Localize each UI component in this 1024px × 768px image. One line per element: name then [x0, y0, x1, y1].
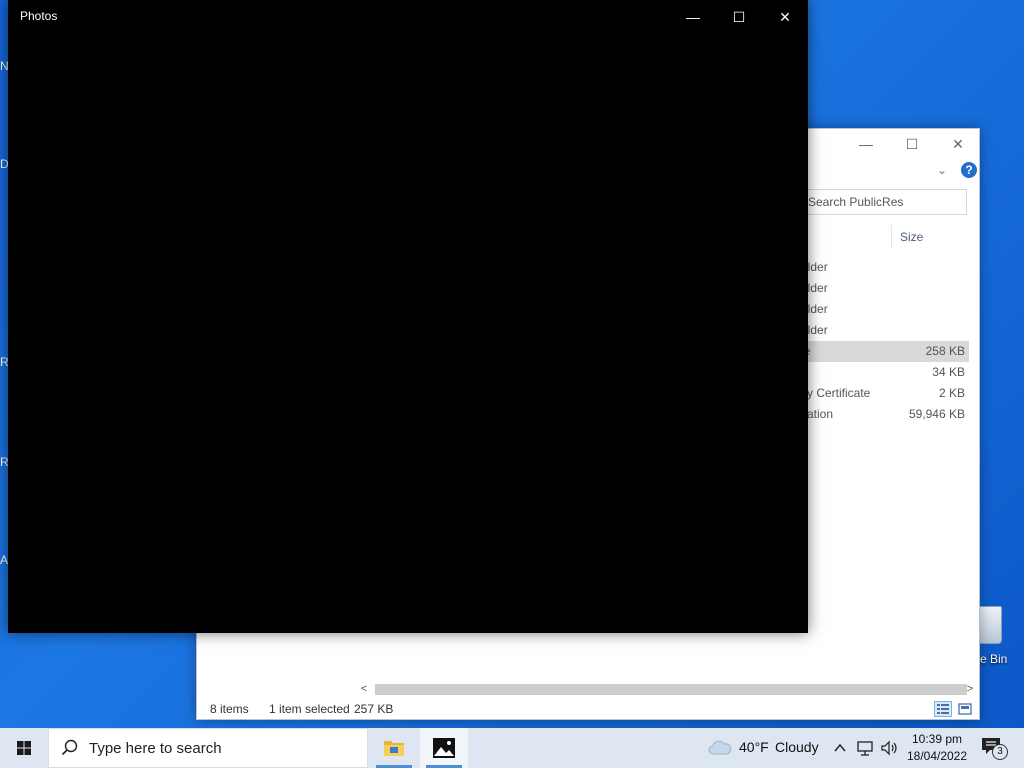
windows-logo-icon — [17, 741, 31, 755]
taskbar-search-box[interactable]: Type here to search — [48, 728, 368, 768]
selection-size: 257 KB — [354, 702, 394, 716]
file-row[interactable]: older — [797, 320, 969, 341]
selection-count: 1 item selected — [269, 702, 350, 716]
file-row[interactable]: older — [797, 257, 969, 278]
file-size: 258 KB — [925, 344, 965, 358]
taskbar: Type here to search 40°F Cloudy 10:39 pm… — [0, 728, 1024, 768]
file-row[interactable]: ity Certificate 2 KB — [797, 383, 969, 404]
explorer-close-button[interactable]: ✕ — [946, 135, 970, 155]
cloud-icon[interactable] — [707, 738, 733, 758]
notification-count-badge: 3 — [992, 744, 1008, 760]
file-type: ity Certificate — [801, 386, 871, 400]
scrollbar-thumb[interactable] — [375, 684, 967, 695]
photos-minimize-button[interactable]: — — [670, 4, 716, 30]
help-icon[interactable]: ? — [961, 162, 977, 178]
explorer-maximize-button[interactable]: ☐ — [900, 135, 924, 155]
explorer-minimize-button[interactable]: — — [854, 135, 878, 155]
file-row[interactable]: 34 KB — [797, 362, 969, 383]
network-icon[interactable] — [855, 739, 875, 757]
status-bar: 8 items 1 item selected 257 KB — [197, 699, 979, 719]
photos-maximize-button[interactable]: ☐ — [716, 4, 762, 30]
scroll-left-icon[interactable]: < — [357, 681, 371, 697]
large-icons-view-icon — [958, 703, 972, 715]
recycle-bin-icon — [978, 606, 1002, 644]
chevron-up-icon[interactable] — [832, 740, 848, 756]
weather-temperature[interactable]: 40°F — [739, 739, 769, 755]
photos-app-icon — [433, 738, 455, 758]
taskbar-file-explorer[interactable] — [370, 728, 418, 768]
item-count: 8 items — [210, 702, 249, 716]
details-view-button[interactable] — [934, 701, 952, 717]
file-size: 2 KB — [938, 386, 965, 400]
search-input[interactable]: Search PublicRes — [797, 189, 967, 215]
large-icons-view-button[interactable] — [956, 701, 974, 717]
file-row[interactable]: older — [797, 299, 969, 320]
horizontal-scrollbar[interactable]: < > — [357, 681, 977, 697]
window-title: Photos — [20, 9, 58, 23]
action-center-button[interactable]: 3 — [980, 736, 1008, 760]
scroll-right-icon[interactable]: > — [963, 681, 977, 697]
photos-close-button[interactable]: ✕ — [762, 4, 808, 30]
search-icon — [61, 739, 78, 756]
file-size: 34 KB — [932, 365, 965, 379]
weather-condition[interactable]: Cloudy — [775, 739, 819, 755]
file-row-selected[interactable]: le 258 KB — [797, 341, 969, 362]
taskbar-photos[interactable] — [420, 728, 468, 768]
photo-canvas[interactable] — [8, 32, 808, 633]
file-row[interactable]: older — [797, 278, 969, 299]
details-view-icon — [937, 704, 949, 714]
clock-date: 18/04/2022 — [906, 749, 968, 763]
system-clock[interactable]: 10:39 pm 18/04/2022 — [904, 731, 970, 765]
folder-icon — [384, 741, 404, 756]
start-button[interactable] — [0, 728, 48, 768]
photos-window: Photos — ☐ ✕ — [8, 0, 808, 633]
column-header-size[interactable]: Size — [891, 225, 971, 249]
ribbon-expand-chevron-icon[interactable]: ⌄ — [937, 163, 947, 177]
recycle-bin-label: e Bin — [980, 652, 1008, 666]
file-row[interactable]: cation 59,946 KB — [797, 404, 969, 425]
search-placeholder: Type here to search — [89, 740, 222, 757]
clock-time: 10:39 pm — [911, 732, 963, 746]
file-size: 59,946 KB — [908, 407, 965, 421]
volume-icon[interactable] — [879, 739, 899, 757]
